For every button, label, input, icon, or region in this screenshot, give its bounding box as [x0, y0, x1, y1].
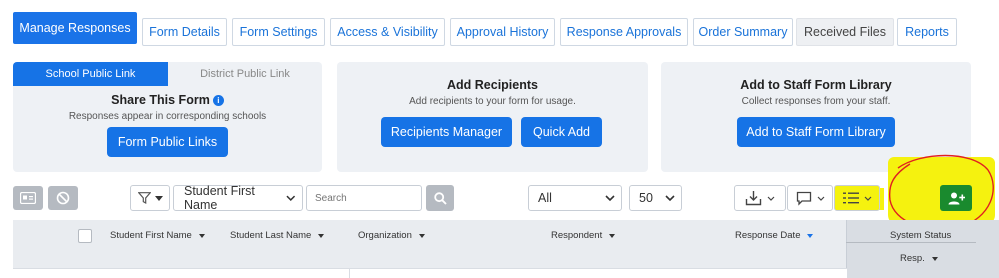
comment-icon: [796, 191, 811, 206]
tab-reports[interactable]: Reports: [897, 18, 957, 46]
tab-order-summary[interactable]: Order Summary: [693, 18, 793, 46]
share-form-title: Share This Form i: [13, 93, 322, 107]
add-to-staff-library-button[interactable]: Add to Staff Form Library: [737, 117, 895, 147]
download-icon: [745, 191, 762, 206]
download-button[interactable]: [734, 185, 786, 211]
public-links-card: School Public Link District Public Link …: [13, 62, 322, 172]
columns-button[interactable]: [834, 185, 880, 211]
chevron-down-icon: [767, 196, 775, 201]
tab-access-visibility[interactable]: Access & Visibility: [330, 18, 445, 46]
comment-button[interactable]: [787, 185, 833, 211]
column-response-date[interactable]: Response Date: [735, 230, 814, 241]
column-organization[interactable]: Organization: [358, 230, 425, 241]
staff-library-subtitle: Collect responses from your staff.: [741, 96, 891, 107]
add-user-icon: [948, 192, 965, 204]
column-student-first-name[interactable]: Student First Name: [110, 230, 205, 241]
share-form-subtitle: Responses appear in corresponding school…: [68, 111, 267, 122]
sort-caret-icon: [318, 233, 325, 238]
select-all-checkbox[interactable]: [78, 229, 92, 243]
tab-bar: Manage Responses Form Details Form Setti…: [13, 12, 999, 46]
district-public-link-switch[interactable]: District Public Link: [168, 62, 322, 86]
chevron-down-icon: [817, 196, 824, 201]
tab-approval-history[interactable]: Approval History: [450, 18, 555, 46]
tab-response-approvals[interactable]: Response Approvals: [560, 18, 688, 46]
search-icon: [433, 191, 447, 205]
column-respondent[interactable]: Respondent: [551, 230, 616, 241]
add-recipients-subtitle: Add recipients to your form for usage.: [409, 96, 576, 107]
quick-add-button[interactable]: Quick Add: [521, 117, 602, 147]
block-icon: [56, 191, 70, 205]
page-size-select[interactable]: 50: [629, 185, 682, 211]
id-card-button[interactable]: [13, 186, 43, 210]
tab-form-settings[interactable]: Form Settings: [232, 18, 325, 46]
recipients-manager-button[interactable]: Recipients Manager: [381, 117, 512, 147]
chevron-down-icon: [286, 195, 296, 201]
sort-caret-icon: [931, 256, 938, 261]
block-button[interactable]: [48, 186, 78, 210]
sort-caret-icon: [609, 233, 616, 238]
chevron-down-icon: [154, 195, 163, 201]
column-resp[interactable]: Resp.: [900, 253, 938, 264]
add-recipients-title: Add Recipients: [447, 78, 538, 92]
tab-manage-responses[interactable]: Manage Responses: [13, 12, 137, 44]
column-student-last-name[interactable]: Student Last Name: [230, 230, 325, 241]
info-icon[interactable]: i: [212, 95, 224, 106]
table-body: [13, 268, 847, 278]
chevron-down-icon: [665, 194, 675, 201]
columns-icon: [842, 192, 859, 204]
add-recipients-card: Add Recipients Add recipients to your fo…: [337, 62, 648, 172]
column-system-status[interactable]: System Status: [890, 230, 951, 241]
id-card-icon: [20, 192, 36, 204]
scope-select[interactable]: All: [528, 185, 622, 211]
divider: [349, 268, 350, 278]
tab-received-files[interactable]: Received Files: [796, 18, 894, 46]
chevron-down-icon: [864, 196, 871, 201]
sort-caret-icon: [418, 233, 425, 238]
sort-caret-icon: [198, 233, 205, 238]
add-user-button[interactable]: [940, 185, 972, 211]
chevron-down-icon: [605, 194, 615, 201]
filter-toggle[interactable]: [130, 185, 170, 211]
system-status-column: [846, 220, 999, 278]
search-button[interactable]: [426, 185, 454, 211]
staff-library-title: Add to Staff Form Library: [740, 78, 892, 92]
form-public-links-button[interactable]: Form Public Links: [107, 127, 228, 157]
tab-form-details[interactable]: Form Details: [142, 18, 227, 46]
sort-caret-icon: [807, 233, 814, 238]
divider: [846, 242, 976, 243]
filter-icon: [137, 192, 151, 204]
school-public-link-switch[interactable]: School Public Link: [13, 62, 168, 86]
filter-field-select[interactable]: Student First Name: [173, 184, 303, 212]
search-input[interactable]: [306, 185, 422, 211]
